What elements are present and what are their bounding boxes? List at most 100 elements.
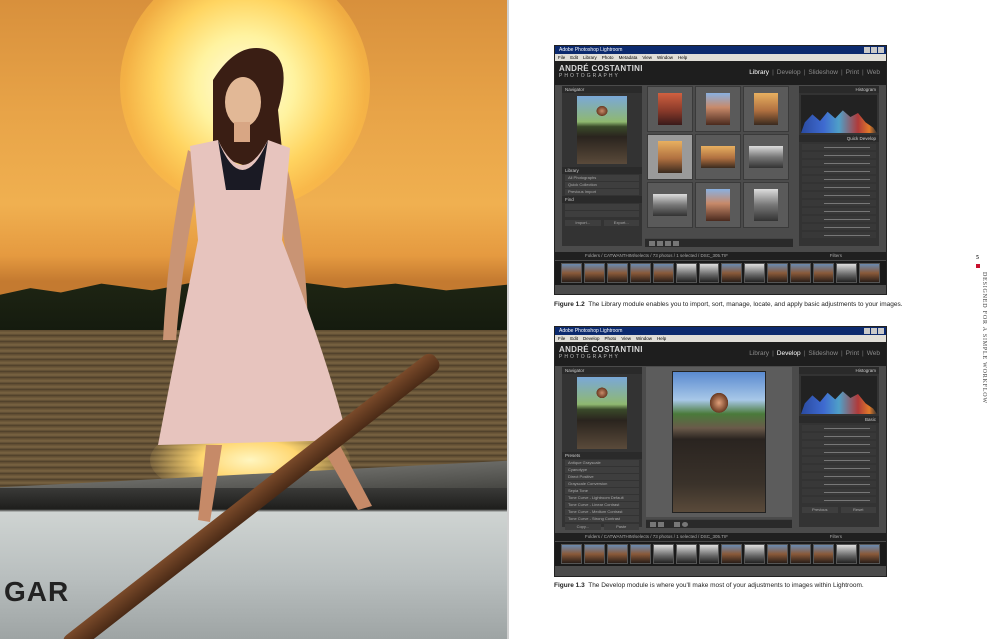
filmstrip-thumb[interactable]	[744, 263, 766, 283]
filmstrip-thumb[interactable]	[836, 263, 857, 283]
menu-view[interactable]: View	[642, 54, 652, 61]
copy-button[interactable]: Copy...	[565, 524, 601, 530]
filmstrip-thumb[interactable]	[858, 263, 880, 283]
filmstrip-thumb[interactable]	[652, 544, 674, 564]
library-header[interactable]: Library	[562, 167, 642, 174]
menu-window[interactable]: Window	[657, 54, 673, 61]
basic-slider[interactable]	[802, 433, 876, 439]
module-develop[interactable]: Develop	[777, 69, 801, 76]
basic-header[interactable]: Basic	[799, 416, 879, 423]
filmstrip-thumb[interactable]	[744, 544, 766, 564]
filmstrip-thumb[interactable]	[698, 263, 720, 283]
menu-photo[interactable]: Photo	[602, 54, 614, 61]
filmstrip-thumb[interactable]	[767, 544, 789, 564]
filmstrip-thumb[interactable]	[561, 544, 582, 564]
basic-slider[interactable]	[802, 481, 876, 487]
survey-view-icon[interactable]	[673, 241, 679, 246]
module-web[interactable]: Web	[867, 69, 880, 76]
filmstrip-thumb[interactable]	[858, 544, 880, 564]
quick-develop-row[interactable]	[802, 216, 876, 222]
grid-cell-selected[interactable]	[647, 134, 693, 180]
filmstrip-thumb[interactable]	[813, 263, 835, 283]
filmstrip-thumb[interactable]	[561, 263, 582, 283]
menu-help[interactable]: Help	[657, 335, 666, 342]
close-icon[interactable]	[878, 47, 884, 53]
quick-develop-row[interactable]	[802, 160, 876, 166]
quick-develop-row[interactable]	[802, 200, 876, 206]
quick-develop-row[interactable]	[802, 152, 876, 158]
filmstrip-thumb[interactable]	[790, 544, 812, 564]
grid-cell[interactable]	[695, 86, 741, 132]
previous-button[interactable]: Previous	[802, 507, 838, 513]
menu-photo[interactable]: Photo	[605, 335, 617, 342]
import-button[interactable]: Import...	[565, 220, 601, 226]
module-library[interactable]: Library	[749, 69, 769, 76]
filmstrip-thumb[interactable]	[606, 544, 628, 564]
menu-file[interactable]: File	[558, 335, 565, 342]
module-web[interactable]: Web	[867, 350, 880, 357]
filmstrip-thumb[interactable]	[583, 544, 605, 564]
quick-develop-row[interactable]	[802, 208, 876, 214]
minimize-icon[interactable]	[864, 328, 870, 334]
loupe-view-icon[interactable]	[657, 241, 663, 246]
filmstrip-thumb[interactable]	[721, 544, 743, 564]
grid-cell[interactable]	[743, 134, 789, 180]
grid-cell[interactable]	[743, 86, 789, 132]
basic-slider[interactable]	[802, 449, 876, 455]
quick-develop-header[interactable]: Quick Develop	[799, 135, 879, 142]
preset-item[interactable]: Tone Curve - Strong Contrast	[565, 516, 639, 522]
preset-item[interactable]: Tone Curve - Medium Contrast	[565, 509, 639, 515]
minimize-icon[interactable]	[864, 47, 870, 53]
preset-item[interactable]: Direct Positive	[565, 474, 639, 480]
maximize-icon[interactable]	[871, 328, 877, 334]
histogram-header[interactable]: Histogram	[799, 86, 879, 93]
find-field[interactable]	[565, 211, 639, 217]
quick-develop-row[interactable]	[802, 184, 876, 190]
preset-item[interactable]: Cyanotype	[565, 467, 639, 473]
filmstrip-thumb[interactable]	[698, 544, 720, 564]
loupe-view[interactable]	[646, 367, 792, 517]
find-header[interactable]: Find	[562, 196, 642, 203]
module-print[interactable]: Print	[846, 69, 859, 76]
module-slideshow[interactable]: Slideshow	[808, 350, 838, 357]
menu-view[interactable]: View	[621, 335, 631, 342]
filmstrip-thumb[interactable]	[629, 544, 651, 564]
filmstrip-thumb[interactable]	[629, 263, 651, 283]
module-library[interactable]: Library	[749, 350, 769, 357]
filmstrip-thumb[interactable]	[767, 263, 789, 283]
basic-slider[interactable]	[802, 497, 876, 503]
menu-file[interactable]: File	[558, 54, 565, 61]
basic-slider[interactable]	[802, 473, 876, 479]
quick-develop-row[interactable]	[802, 232, 876, 238]
navigator-header[interactable]: Navigator	[562, 86, 642, 93]
maximize-icon[interactable]	[871, 47, 877, 53]
menu-edit[interactable]: Edit	[570, 335, 578, 342]
quick-develop-row[interactable]	[802, 176, 876, 182]
basic-slider[interactable]	[802, 441, 876, 447]
filmstrip-thumb[interactable]	[836, 544, 857, 564]
basic-slider[interactable]	[802, 465, 876, 471]
basic-slider[interactable]	[802, 489, 876, 495]
navigator-preview[interactable]	[577, 377, 627, 449]
quick-develop-row[interactable]	[802, 192, 876, 198]
filmstrip-thumb[interactable]	[675, 544, 697, 564]
filmstrip-thumb[interactable]	[675, 263, 697, 283]
menu-library[interactable]: Library	[583, 54, 597, 61]
library-item[interactable]: All Photographs	[565, 175, 639, 181]
grid-cell[interactable]	[647, 86, 693, 132]
preset-item[interactable]: Antique Grayscale	[565, 460, 639, 466]
grid-cell[interactable]	[743, 182, 789, 228]
grid-cell[interactable]	[647, 182, 693, 228]
filmstrip-thumb[interactable]	[606, 263, 628, 283]
filmstrip-thumb[interactable]	[813, 544, 835, 564]
paste-button[interactable]: Paste	[603, 524, 639, 530]
filmstrip-thumb[interactable]	[652, 263, 674, 283]
close-icon[interactable]	[878, 328, 884, 334]
menu-help[interactable]: Help	[678, 54, 687, 61]
filmstrip-thumb[interactable]	[790, 263, 812, 283]
grid-view-icon[interactable]	[649, 241, 655, 246]
filmstrip-thumb[interactable]	[583, 263, 605, 283]
basic-slider[interactable]	[802, 425, 876, 431]
find-field[interactable]	[565, 204, 639, 210]
before-after-icon[interactable]	[658, 522, 664, 527]
